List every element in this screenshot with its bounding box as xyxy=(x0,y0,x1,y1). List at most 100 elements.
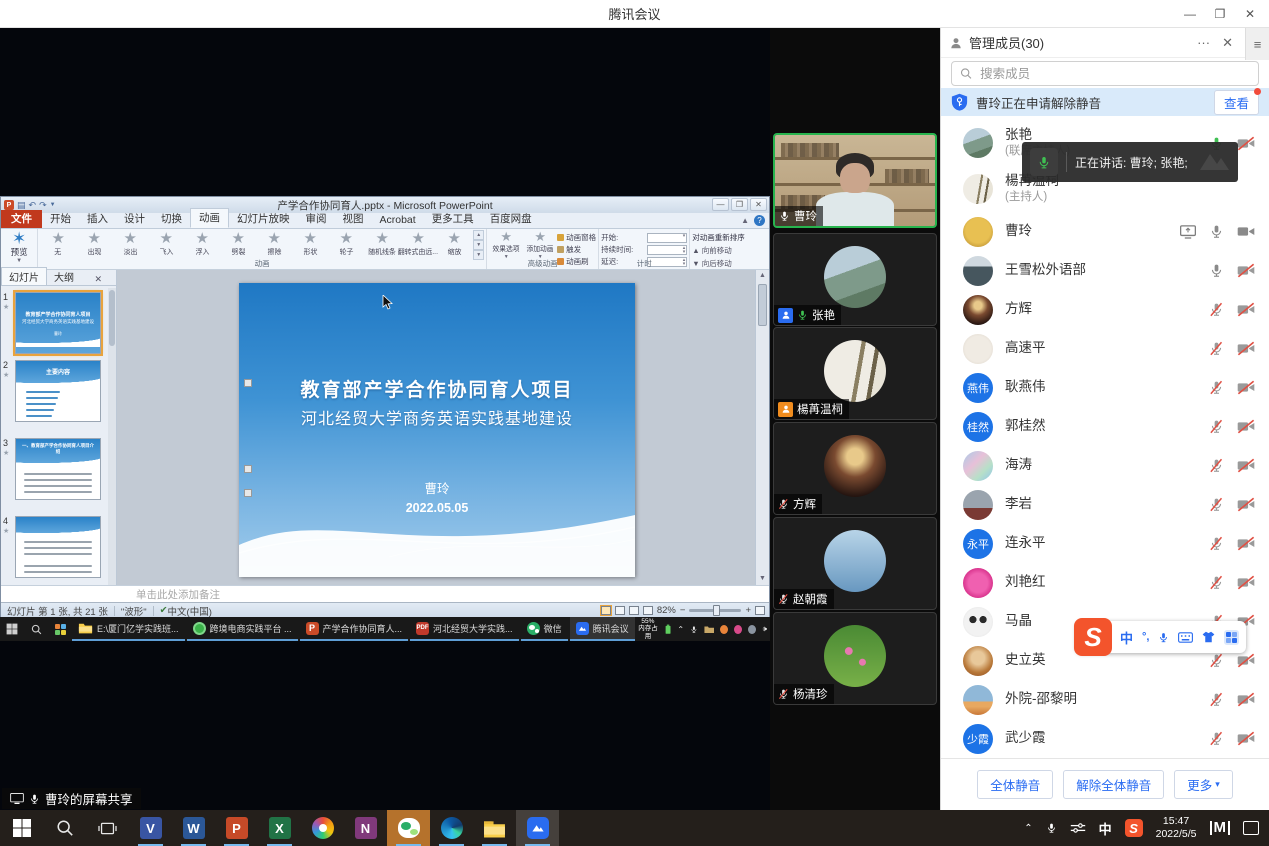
mic-muted-icon[interactable] xyxy=(1209,692,1224,707)
inner-tray-chevron-icon[interactable]: ⌃ xyxy=(677,625,684,634)
panel-close-icon[interactable]: ✕ xyxy=(1222,35,1233,51)
ribbon-tab-文件[interactable]: 文件 xyxy=(1,210,42,228)
camera-off-icon[interactable] xyxy=(1237,458,1255,473)
zoom-out-icon[interactable]: − xyxy=(680,605,686,616)
sogou-logo-icon[interactable]: S xyxy=(1074,618,1112,656)
tray-chevron-icon[interactable]: ⌃ xyxy=(1024,823,1032,834)
fit-to-window-icon[interactable] xyxy=(755,606,765,615)
effect-options-button[interactable]: ★效果选项▼ xyxy=(489,231,523,260)
mic-muted-icon[interactable] xyxy=(1209,653,1224,668)
action-center-icon[interactable] xyxy=(1243,821,1259,835)
member-search[interactable] xyxy=(951,61,1259,86)
add-animation-button[interactable]: ★添加动画▼ xyxy=(523,231,557,260)
task-view-button[interactable] xyxy=(86,810,129,846)
camera-off-icon[interactable] xyxy=(1237,575,1255,590)
unmute-all-button[interactable]: 解除全体静音 xyxy=(1063,770,1164,799)
animation-effect[interactable]: ★擦除 xyxy=(256,230,292,260)
preview-button[interactable]: ✶ 预览 ▼ xyxy=(1,229,38,269)
camera-off-icon[interactable] xyxy=(1237,380,1255,395)
start-button[interactable] xyxy=(0,810,43,846)
participant-row[interactable]: 方辉 xyxy=(941,290,1269,329)
inner-search-button[interactable] xyxy=(24,617,48,641)
tab-outline[interactable]: 大纲 xyxy=(47,268,81,285)
ribbon-tab-插入[interactable]: 插入 xyxy=(79,210,116,228)
inner-taskbar-app[interactable]: 腾讯会议 xyxy=(570,617,635,641)
camera-off-icon[interactable] xyxy=(1237,136,1255,151)
move-later-button[interactable]: ▼ 向后移动 xyxy=(692,258,767,269)
zoom-in-icon[interactable]: + xyxy=(745,605,751,616)
camera-off-icon[interactable] xyxy=(1237,419,1255,434)
animation-effect[interactable]: ★翻转式由远... xyxy=(400,230,436,260)
ppt-restore-icon[interactable]: ❐ xyxy=(731,198,748,211)
search-input[interactable] xyxy=(978,66,1250,82)
mic-icon[interactable] xyxy=(1209,224,1224,239)
ime-toolbox-icon[interactable] xyxy=(1224,630,1239,645)
inner-start-button[interactable] xyxy=(0,617,24,641)
slide-thumbnail[interactable]: 4★ xyxy=(15,516,101,578)
inner-taskbar-app[interactable]: PDF河北经贸大学实践... xyxy=(410,617,519,641)
video-tile[interactable]: 楊苒温柌 xyxy=(773,327,937,420)
edge-icon[interactable] xyxy=(430,810,473,846)
animation-effect[interactable]: ★飞入 xyxy=(148,230,184,260)
ime-keyboard-icon[interactable] xyxy=(1178,632,1193,643)
slide-thumbnail[interactable]: 1★ 教育部产学合作协同育人项目河北经贸大学商务英语实践基地建设 曹玲 xyxy=(15,292,101,354)
ime-skin-icon[interactable] xyxy=(1202,631,1215,643)
participant-row[interactable]: 海涛 xyxy=(941,446,1269,485)
tray-sogou-icon[interactable]: S xyxy=(1125,819,1143,837)
ime-toolbar[interactable]: S 中 °, xyxy=(1076,621,1246,653)
screen-share-icon[interactable] xyxy=(1180,225,1196,239)
camera-off-icon[interactable] xyxy=(1237,536,1255,551)
participant-row[interactable]: 外院-邵黎明 xyxy=(941,680,1269,719)
more-button[interactable]: 更多▾ xyxy=(1174,770,1233,799)
mic-muted-icon[interactable] xyxy=(1209,341,1224,356)
ribbon-tab-视图[interactable]: 视图 xyxy=(335,210,372,228)
view-sorter-icon[interactable] xyxy=(615,606,625,615)
tray-ime-indicator[interactable]: 中 xyxy=(1099,819,1112,838)
ribbon-tab-Acrobat[interactable]: Acrobat xyxy=(372,213,424,228)
ribbon-tab-切换[interactable]: 切换 xyxy=(153,210,190,228)
participant-row[interactable]: 高速平 xyxy=(941,329,1269,368)
mic-muted-icon[interactable] xyxy=(1209,497,1224,512)
mic-muted-icon[interactable] xyxy=(1209,575,1224,590)
ime-mode-chinese[interactable]: 中 xyxy=(1120,628,1133,647)
mic-muted-icon[interactable] xyxy=(1209,380,1224,395)
participant-row[interactable]: 王雪松外语部 xyxy=(941,251,1269,290)
panel-close-icon[interactable]: ✕ xyxy=(94,274,116,285)
close-icon[interactable]: ✕ xyxy=(1235,0,1265,28)
im-logo-icon[interactable]: M xyxy=(1210,821,1231,835)
ribbon-tab-动画[interactable]: 动画 xyxy=(190,208,229,228)
animation-pane-button[interactable]: 动画窗格 xyxy=(557,232,596,243)
animation-effect[interactable]: ★出现 xyxy=(76,230,112,260)
mic-muted-icon[interactable] xyxy=(1209,419,1224,434)
battery-icon[interactable] xyxy=(665,624,671,635)
mic-muted-icon[interactable] xyxy=(1209,458,1224,473)
camera-off-icon[interactable] xyxy=(1237,302,1255,317)
word-icon[interactable]: W xyxy=(172,810,215,846)
inner-folder-icon[interactable] xyxy=(704,625,714,634)
participant-row[interactable]: 刘艳红 xyxy=(941,563,1269,602)
animation-effect[interactable]: ★轮子 xyxy=(328,230,364,260)
tray-icon[interactable] xyxy=(720,625,728,634)
zoom-slider[interactable] xyxy=(689,609,741,612)
ppt-close-icon[interactable]: ✕ xyxy=(750,198,767,211)
file-explorer-icon[interactable] xyxy=(473,810,516,846)
inner-taskbar-app[interactable]: E:\厦门亿学实践班... xyxy=(72,617,185,641)
participant-row[interactable]: 永平连永平 xyxy=(941,524,1269,563)
ribbon-tab-开始[interactable]: 开始 xyxy=(42,210,79,228)
inner-taskbar-app[interactable]: 跨境电商实践平台 ... xyxy=(187,617,298,641)
video-tile[interactable]: 曹玲 xyxy=(773,133,937,228)
slide-scrollbar[interactable]: ▲ ▼ xyxy=(755,270,769,585)
color-wheel-app-icon[interactable] xyxy=(301,810,344,846)
tencent-meeting-icon[interactable] xyxy=(516,810,559,846)
trigger-button[interactable]: 触发 xyxy=(557,244,596,255)
mic-muted-icon[interactable] xyxy=(1209,302,1224,317)
camera-off-icon[interactable] xyxy=(1237,341,1255,356)
participant-row[interactable]: 曹玲 xyxy=(941,212,1269,251)
thumbs-scrollbar[interactable] xyxy=(108,288,116,585)
animation-effect[interactable]: ★淡出 xyxy=(112,230,148,260)
ribbon-tab-百度网盘[interactable]: 百度网盘 xyxy=(482,210,540,228)
animation-effect[interactable]: ★劈裂 xyxy=(220,230,256,260)
inner-app-grid-icon[interactable] xyxy=(48,617,72,641)
ppt-minimize-icon[interactable]: — xyxy=(712,198,729,211)
maximize-icon[interactable]: ❐ xyxy=(1205,0,1235,28)
